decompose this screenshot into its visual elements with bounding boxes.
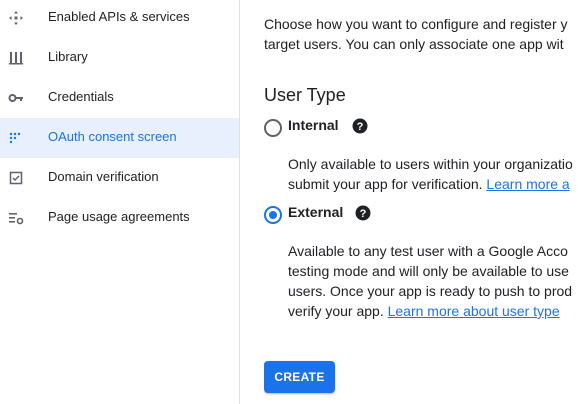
- key-icon: [8, 94, 23, 102]
- main-content: Choose how you want to configure and reg…: [264, 0, 586, 404]
- internal-label: Internal: [288, 117, 339, 133]
- description-line: verify your app.: [288, 303, 388, 319]
- description-line: users. Once your app is ready to push to…: [288, 283, 573, 299]
- sidebar-item-label: Domain verification: [48, 169, 159, 184]
- checkbox-icon: [9, 171, 23, 185]
- consent-screen-icon: [9, 132, 21, 144]
- user-type-external-option[interactable]: External ?: [264, 204, 564, 226]
- learn-more-link[interactable]: Learn more a: [486, 176, 569, 192]
- sidebar-item-enabled-apis[interactable]: Enabled APIs & services: [0, 0, 239, 38]
- svg-text:?: ?: [360, 208, 367, 220]
- sidebar-item-domain-verification[interactable]: Domain verification: [0, 158, 239, 198]
- create-button[interactable]: CREATE: [264, 361, 335, 393]
- apis-services-icon: [9, 11, 23, 25]
- intro-line: Choose how you want to configure and reg…: [264, 16, 568, 32]
- sidebar-item-oauth-consent-screen[interactable]: OAuth consent screen: [0, 118, 239, 158]
- settings-list-icon: [9, 213, 24, 225]
- svg-text:?: ?: [357, 121, 364, 133]
- sidebar-item-library[interactable]: Library: [0, 38, 239, 78]
- description-line: Only available to users within your orga…: [288, 156, 573, 172]
- sidebar-item-label: OAuth consent screen: [48, 129, 177, 144]
- help-icon[interactable]: ?: [352, 118, 368, 134]
- sidebar-item-label: Page usage agreements: [48, 209, 190, 224]
- sidebar-item-credentials[interactable]: Credentials: [0, 78, 239, 118]
- intro-line: target users. You can only associate one…: [264, 36, 564, 52]
- internal-radio[interactable]: [264, 119, 282, 137]
- help-icon[interactable]: ?: [355, 205, 371, 221]
- external-description: Available to any test user with a Google…: [288, 241, 586, 321]
- sidebar: Enabled APIs & services Library Credenti…: [0, 0, 240, 404]
- intro-text: Choose how you want to configure and reg…: [264, 14, 586, 54]
- sidebar-item-label: Credentials: [48, 89, 114, 104]
- description-line: Available to any test user with a Google…: [288, 243, 568, 259]
- external-label: External: [288, 204, 344, 220]
- sidebar-item-label: Enabled APIs & services: [48, 9, 190, 24]
- sidebar-item-page-usage-agreements[interactable]: Page usage agreements: [0, 198, 239, 238]
- internal-description: Only available to users within your orga…: [288, 154, 586, 194]
- user-type-internal-option[interactable]: Internal ?: [264, 117, 564, 139]
- external-radio[interactable]: [264, 206, 282, 224]
- section-title: User Type: [264, 85, 346, 105]
- description-line: submit your app for verification.: [288, 176, 487, 192]
- description-line: testing mode and will only be available …: [288, 263, 569, 279]
- library-icon: [9, 52, 23, 65]
- sidebar-item-label: Library: [48, 49, 88, 64]
- learn-more-user-type-link[interactable]: Learn more about user type: [388, 303, 560, 319]
